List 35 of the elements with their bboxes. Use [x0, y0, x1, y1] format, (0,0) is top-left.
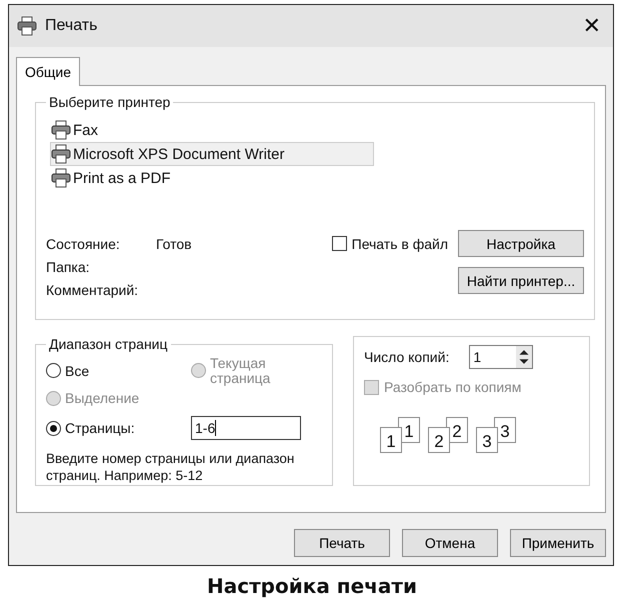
close-button[interactable]: ✕	[578, 14, 605, 38]
group-title: Выберите принтер	[48, 94, 172, 110]
hint-text: Введите номер страницы или диапазон страниц. Например: 5-12	[46, 451, 296, 484]
radio-option[interactable]: Все	[46, 362, 191, 379]
printer-icon	[51, 120, 71, 140]
caption: Настройка печати	[206, 574, 418, 598]
printer-item[interactable]: Fax	[50, 118, 374, 142]
printer-item[interactable]: Print as a PDF	[50, 166, 374, 190]
printer-icon	[51, 168, 71, 188]
status-label: Состояние:	[46, 236, 121, 254]
radio-button[interactable]	[46, 363, 61, 378]
radio-button[interactable]	[46, 420, 61, 436]
dialog-button[interactable]: Отмена	[402, 529, 498, 557]
folder-label: Папка:	[46, 259, 91, 277]
copies-label: Число копий:	[364, 349, 450, 365]
status-value: Готов	[156, 236, 192, 254]
printer-item[interactable]: Microsoft XPS Document Writer	[50, 142, 374, 166]
pages-input-field[interactable]: 1-6	[191, 416, 301, 440]
page-sheet: 3	[476, 427, 498, 453]
window-title: Печать	[45, 17, 98, 35]
page-sheet: 1	[380, 427, 402, 453]
tab[interactable]: Общие	[16, 57, 80, 86]
preferences-button[interactable]: Настройка	[458, 230, 584, 257]
dialog-button[interactable]: Печать	[294, 529, 390, 557]
print-to-file-checkbox[interactable]: Печать в файл	[332, 236, 448, 252]
find-printer-button[interactable]: Найти принтер...	[458, 267, 584, 294]
page-sheet: 2	[428, 427, 450, 453]
dialog-button[interactable]: Применить	[510, 529, 606, 557]
checkbox[interactable]	[332, 236, 347, 251]
copies-spinner[interactable]: 1	[469, 345, 534, 369]
comment-label: Комментарий:	[46, 282, 140, 300]
group-title: Диапазон страниц	[48, 336, 169, 352]
printer-icon	[51, 144, 71, 164]
radio-option[interactable]: Страницы:	[46, 420, 191, 436]
printer-icon	[17, 16, 37, 36]
